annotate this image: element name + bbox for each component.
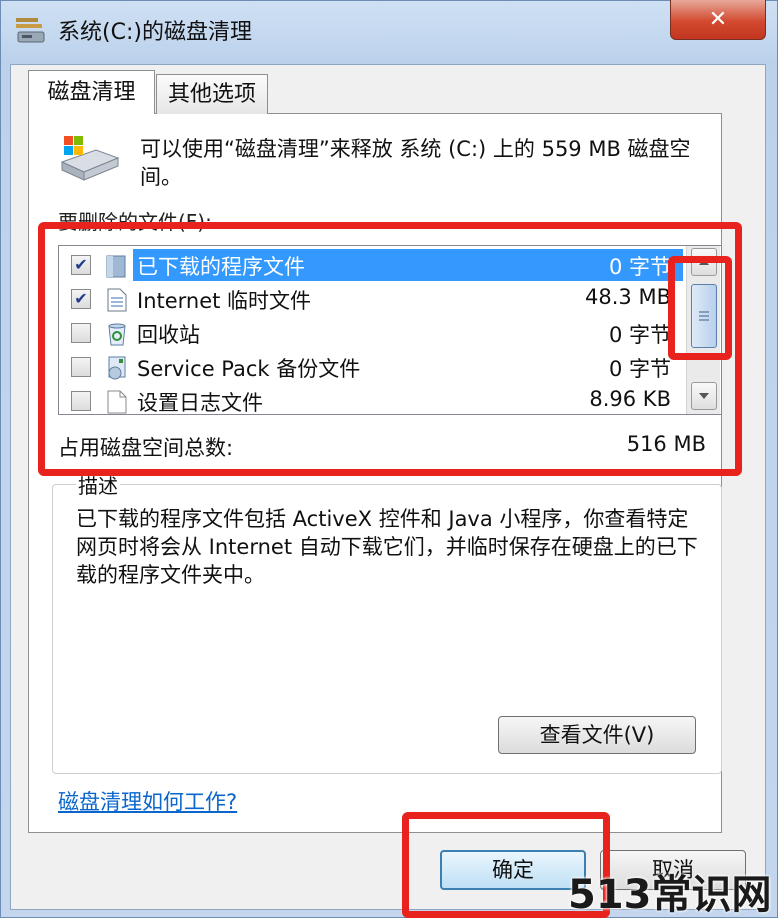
tab-disk-cleanup[interactable]: 磁盘清理 bbox=[28, 70, 155, 114]
hard-drive-icon bbox=[60, 136, 120, 181]
close-icon: ✕ bbox=[708, 7, 728, 32]
description-text: 已下载的程序文件包括 ActiveX 控件和 Java 小程序，你查看特定网页时… bbox=[76, 507, 698, 587]
tab-more-options[interactable]: 其他选项 bbox=[156, 74, 268, 114]
window-title: 系统(C:)的磁盘清理 bbox=[58, 20, 252, 45]
help-link[interactable]: 磁盘清理如何工作? bbox=[58, 786, 237, 816]
intro-text: 可以使用“磁盘清理”来释放 系统 (C:) 上的 559 MB 磁盘空间。 bbox=[140, 137, 691, 189]
close-button[interactable]: ✕ bbox=[670, 0, 766, 40]
watermark: 513常识网 bbox=[568, 872, 772, 918]
red-annotation-box-list bbox=[38, 222, 742, 476]
disk-cleanup-title-icon bbox=[16, 18, 45, 43]
view-files-button[interactable]: 查看文件(V) bbox=[498, 716, 696, 754]
red-annotation-box-scrollbar bbox=[668, 256, 732, 360]
